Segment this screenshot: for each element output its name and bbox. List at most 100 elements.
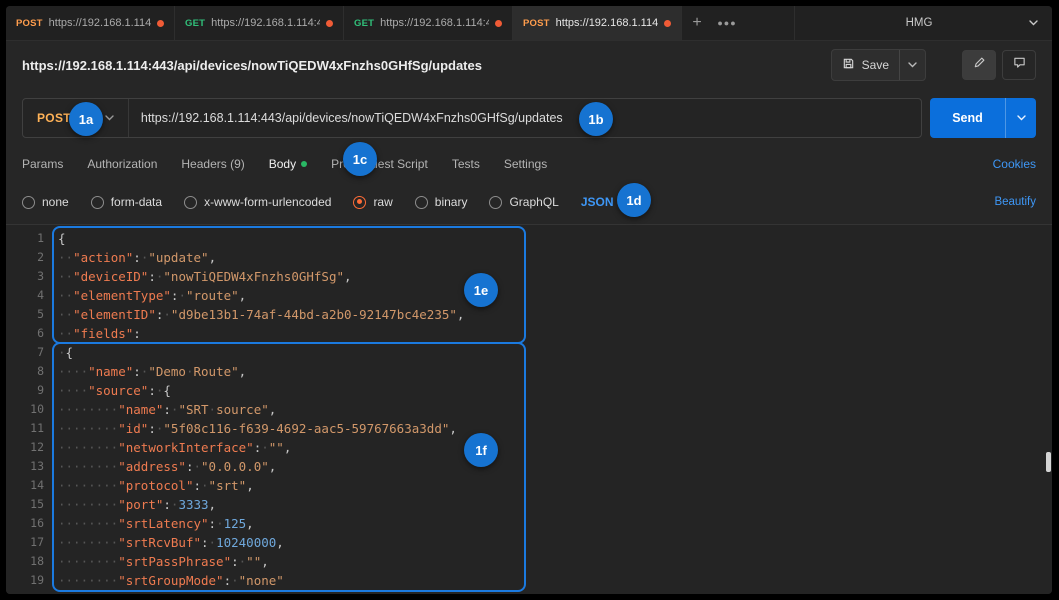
whitespace-dots: ·· — [58, 250, 73, 265]
code-line: 13········"address":·"0.0.0.0", — [6, 457, 1052, 476]
line-content: ········"protocol":·"srt", — [44, 476, 254, 495]
save-button[interactable]: Save — [831, 49, 926, 81]
code-line: 16········"srtLatency":·125, — [6, 514, 1052, 533]
body-editor[interactable]: 1{2··"action":·"update",3··"deviceID":·"… — [6, 224, 1052, 594]
request-title: https://192.168.1.114:443/api/devices/no… — [22, 58, 482, 73]
request-tab[interactable]: POSThttps://192.168.1.114:4 — [6, 6, 175, 40]
tab-tests[interactable]: Tests — [452, 157, 480, 171]
line-content: ·{ — [44, 343, 73, 362]
cookies-link[interactable]: Cookies — [993, 157, 1036, 171]
body-type-raw[interactable]: raw — [353, 195, 392, 209]
code-token: , — [246, 478, 254, 493]
scrollbar-thumb[interactable] — [1046, 452, 1051, 472]
unsaved-dot-icon[interactable] — [326, 20, 333, 27]
code-token: "srtRcvBuf" — [118, 535, 201, 550]
request-tab[interactable]: GEThttps://192.168.1.114:44 — [344, 6, 513, 40]
code-token: , — [261, 554, 269, 569]
request-tab-list: ParamsAuthorizationHeaders (9)BodyPre-re… — [22, 157, 547, 171]
comment-icon — [1013, 56, 1026, 74]
request-tab[interactable]: GEThttps://192.168.1.114:44 — [175, 6, 344, 40]
code-area: 1{2··"action":·"update",3··"deviceID":·"… — [6, 229, 1052, 594]
body-type-list: none form-data x-www-form-urlencoded raw bin… — [22, 195, 559, 209]
line-number: 3 — [6, 267, 44, 286]
whitespace-dots: ········ — [58, 535, 118, 550]
new-tab-button[interactable]: + — [682, 6, 712, 40]
method-label: POST — [16, 18, 43, 29]
code-token: "port" — [118, 497, 163, 512]
save-options-button[interactable] — [899, 50, 925, 80]
send-button[interactable]: Send — [930, 98, 1036, 138]
code-token: "0.0.0.0" — [201, 459, 269, 474]
code-line: 1{ — [6, 229, 1052, 248]
whitespace-dots: ·· — [58, 326, 73, 341]
line-number: 16 — [6, 514, 44, 533]
code-token: , — [209, 497, 217, 512]
code-token: 10240000 — [216, 535, 276, 550]
code-token: "SRT — [178, 402, 208, 417]
save-label: Save — [862, 58, 889, 72]
environment-selector[interactable]: HMG — [794, 6, 1052, 40]
line-content: ··"action":·"update", — [44, 248, 216, 267]
line-content: ··"fields": — [44, 324, 141, 343]
line-number: 18 — [6, 552, 44, 571]
code-token: : — [209, 516, 217, 531]
whitespace-dots: · — [201, 478, 209, 493]
more-tabs-button[interactable]: ●●● — [712, 6, 742, 40]
body-type-row: none form-data x-www-form-urlencoded raw bin… — [6, 182, 1052, 222]
tab-settings[interactable]: Settings — [504, 157, 547, 171]
body-type-x-www-form-urlencoded[interactable]: x-www-form-urlencoded — [184, 195, 331, 209]
code-line: 12········"networkInterface":·"", — [6, 438, 1052, 457]
code-token: } — [88, 592, 96, 594]
code-line: 15········"port":·3333, — [6, 495, 1052, 514]
body-type-form-data[interactable]: form-data — [91, 195, 162, 209]
code-token: , — [209, 250, 217, 265]
tab-params[interactable]: Params — [22, 157, 63, 171]
code-token: , — [457, 307, 465, 322]
code-token: , — [269, 402, 277, 417]
whitespace-dots: · — [216, 516, 224, 531]
body-type-GraphQL[interactable]: GraphQL — [489, 195, 558, 209]
whitespace-dots: · — [209, 535, 217, 550]
code-token: "d9be13b1-74af-44bd-a2b0-92147bc4e235" — [171, 307, 457, 322]
tab-authorization[interactable]: Authorization — [87, 157, 157, 171]
comments-button[interactable] — [1002, 50, 1036, 80]
annotation-badge-1d: 1d — [617, 183, 651, 217]
unsaved-dot-icon[interactable] — [495, 20, 502, 27]
tab-body[interactable]: Body — [269, 157, 307, 171]
unsaved-dot-icon[interactable] — [157, 20, 164, 27]
code-token: "address" — [118, 459, 186, 474]
code-token: "source" — [88, 383, 148, 398]
request-tab[interactable]: POSThttps://192.168.1.114:4 — [513, 6, 682, 40]
title-icon-buttons — [962, 50, 1036, 80]
code-token: "protocol" — [118, 478, 193, 493]
code-token: : — [201, 535, 209, 550]
line-number: 13 — [6, 457, 44, 476]
body-type-binary[interactable]: binary — [415, 195, 468, 209]
ellipsis-icon: ●●● — [717, 18, 736, 28]
beautify-link[interactable]: Beautify — [994, 196, 1036, 208]
code-token: { — [58, 231, 66, 246]
code-token: 125 — [224, 516, 247, 531]
unsaved-dot-icon[interactable] — [664, 20, 671, 27]
tab-headers-9-[interactable]: Headers (9) — [181, 157, 244, 171]
method-label: GET — [354, 18, 374, 29]
line-content: ········"address":·"0.0.0.0", — [44, 457, 276, 476]
edit-button[interactable] — [962, 50, 996, 80]
whitespace-dots: ········ — [58, 478, 118, 493]
whitespace-dots: ···· — [58, 383, 88, 398]
line-number: 20 — [6, 590, 44, 594]
annotation-badge-1a: 1a — [69, 102, 103, 136]
body-type-none[interactable]: none — [22, 195, 69, 209]
code-token: , — [276, 535, 284, 550]
line-number: 10 — [6, 400, 44, 419]
line-number: 9 — [6, 381, 44, 400]
code-token: "srt" — [209, 478, 247, 493]
chevron-down-icon — [105, 115, 114, 121]
code-token: "action" — [73, 250, 133, 265]
url-input[interactable]: https://192.168.1.114:443/api/devices/no… — [129, 111, 575, 125]
code-token: "srtPassPhrase" — [118, 554, 231, 569]
line-content: ········"srtLatency":·125, — [44, 514, 254, 533]
send-options-button[interactable] — [1005, 98, 1036, 138]
code-line: 4··"elementType":·"route", — [6, 286, 1052, 305]
code-line: 11········"id":·"5f08c116-f639-4692-aac5… — [6, 419, 1052, 438]
